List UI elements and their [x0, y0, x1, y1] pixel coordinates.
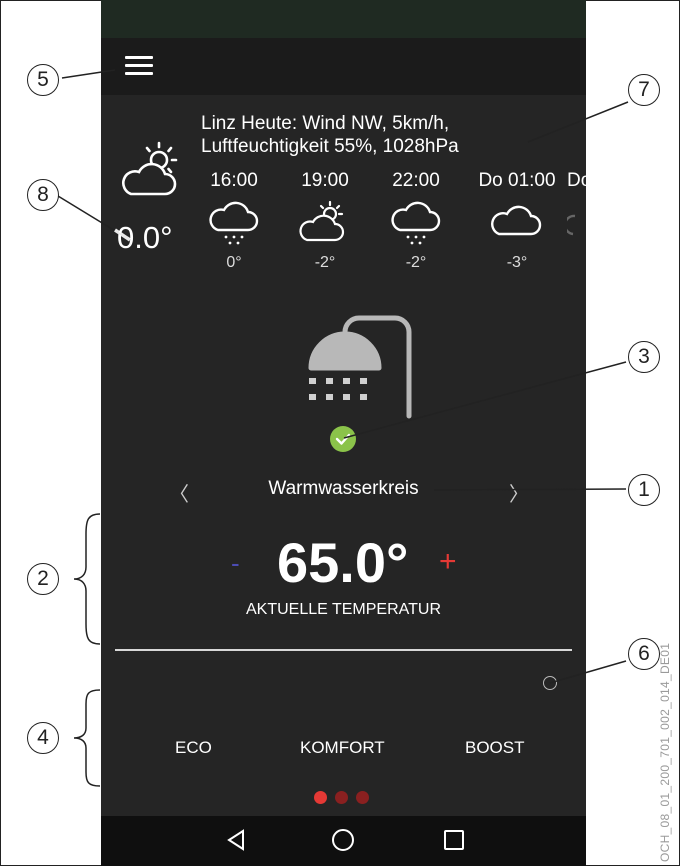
- callout-8: 8: [27, 179, 59, 211]
- snow-cloud-icon: [391, 201, 441, 245]
- cloud-icon: [491, 205, 542, 236]
- forecast-temp: -2°: [314, 254, 336, 271]
- forecast-item: 22:00 -2°: [376, 170, 456, 272]
- forecast-time: Do 01:00: [478, 170, 556, 191]
- callout-1: 1: [628, 474, 660, 506]
- temperature-label: AKTUELLE TEMPERATUR: [245, 601, 441, 618]
- forecast-item: Do 01:00 -3°: [467, 170, 567, 272]
- weather-description: Linz Heute: Wind NW, 5km/h, Luftfeuchtig…: [201, 112, 459, 158]
- callout-3: 3: [628, 341, 660, 373]
- phone-screen: Linz Heute: Wind NW, 5km/h, Luftfeuchtig…: [101, 0, 586, 866]
- forecast-strip[interactable]: 16:00 0° 19:00 -2° 22:00 -2° Do 01:00 -3…: [101, 160, 586, 300]
- cloud-icon: [567, 214, 576, 236]
- previous-circuit-button[interactable]: 〈: [169, 478, 189, 507]
- status-bar: [101, 0, 586, 38]
- forecast-item: 19:00 -2°: [285, 170, 365, 272]
- forecast-time: Do: [567, 170, 586, 191]
- bracket-temperature: [73, 513, 101, 645]
- forecast-item: Do: [567, 170, 586, 246]
- callout-6: 6: [628, 638, 660, 670]
- bracket-modes: [73, 689, 101, 787]
- mode-boost-button[interactable]: BOOST: [465, 738, 525, 758]
- partly-cloudy-icon: [299, 200, 345, 242]
- callout-5: 5: [27, 64, 59, 96]
- callout-2: 2: [27, 563, 59, 595]
- callout-4: 4: [27, 722, 59, 754]
- weather-description-line2: Luftfeuchtigkeit 55%, 1028hPa: [201, 136, 459, 157]
- temperature-value: 65.0°: [277, 531, 409, 594]
- divider: [115, 649, 572, 651]
- page-dot-active[interactable]: [314, 791, 327, 804]
- page-dot[interactable]: [335, 791, 348, 804]
- recent-apps-icon[interactable]: [443, 828, 465, 852]
- circuit-selector: Warmwasserkreis 〈 〉: [101, 476, 586, 506]
- menu-icon[interactable]: [125, 56, 153, 78]
- forecast-temp: 0°: [226, 254, 242, 271]
- snow-cloud-icon: [209, 201, 259, 245]
- mode-eco-button[interactable]: ECO: [175, 738, 212, 758]
- weather-description-line1: Linz Heute: Wind NW, 5km/h,: [201, 113, 450, 134]
- page-indicator: [314, 791, 377, 809]
- increase-temperature-button[interactable]: +: [439, 545, 457, 579]
- home-icon[interactable]: [331, 828, 355, 852]
- page-dot[interactable]: [356, 791, 369, 804]
- decrease-temperature-button[interactable]: -: [231, 548, 240, 579]
- next-circuit-button[interactable]: 〉: [509, 478, 529, 507]
- document-code: OCH_08_01_200_701_002_014_DE01: [658, 642, 672, 862]
- forecast-temp: -3°: [506, 254, 528, 271]
- system-navigation-bar: [101, 816, 586, 866]
- callout-7: 7: [628, 74, 660, 106]
- back-icon[interactable]: [225, 828, 247, 852]
- forecast-time: 16:00: [210, 170, 258, 191]
- forecast-temp: -2°: [405, 254, 427, 271]
- forecast-time: 22:00: [392, 170, 440, 191]
- forecast-time: 19:00: [301, 170, 349, 191]
- shower-icon: [308, 315, 412, 419]
- clock-icon[interactable]: [543, 676, 557, 690]
- mode-komfort-button[interactable]: KOMFORT: [300, 738, 385, 758]
- app-bar: [101, 38, 586, 95]
- forecast-item: 16:00 0°: [194, 170, 274, 272]
- status-check-icon: [330, 426, 356, 452]
